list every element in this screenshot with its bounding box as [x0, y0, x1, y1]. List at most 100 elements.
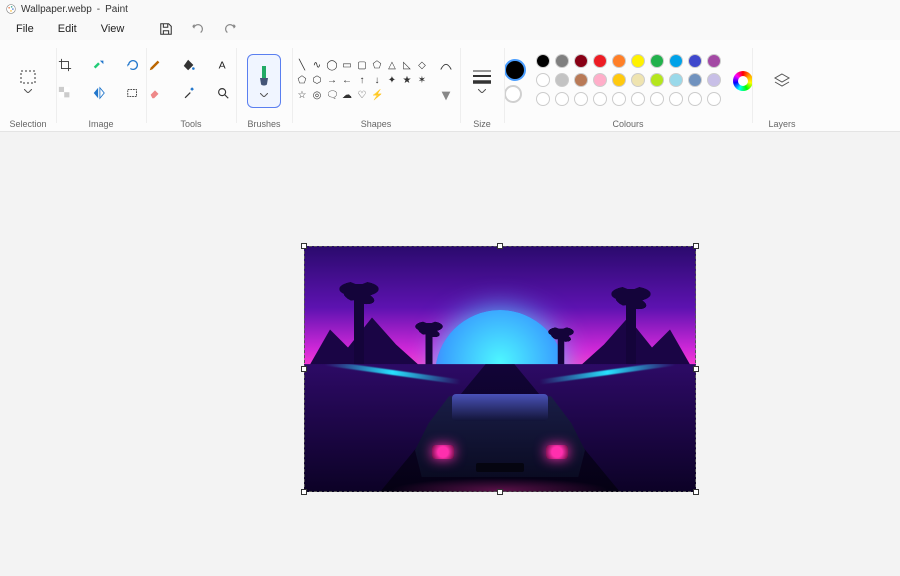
swatch-empty[interactable]	[593, 92, 607, 106]
swatch[interactable]	[612, 54, 626, 68]
resize-handle-n[interactable]	[497, 243, 503, 249]
resize-handle-ne[interactable]	[693, 243, 699, 249]
swatch-empty[interactable]	[612, 92, 626, 106]
menu-file[interactable]: File	[6, 20, 44, 38]
swatch-empty[interactable]	[574, 92, 588, 106]
swatch[interactable]	[669, 54, 683, 68]
shape-rtriangle-icon[interactable]: ◺	[401, 60, 413, 72]
swatch[interactable]	[593, 54, 607, 68]
undo-button[interactable]	[188, 19, 208, 39]
shape-rect-icon[interactable]: ▭	[341, 60, 353, 72]
layers-button[interactable]	[772, 71, 792, 91]
resize-handle-e[interactable]	[693, 366, 699, 372]
swatch-empty[interactable]	[536, 92, 550, 106]
shape-hexagon-icon[interactable]: ⬡	[311, 75, 323, 87]
swatch-empty[interactable]	[707, 92, 721, 106]
text-tool[interactable]: A	[213, 55, 233, 75]
shape-roundcall-icon[interactable]: ☆	[296, 90, 308, 102]
resize-handle-se[interactable]	[693, 489, 699, 495]
swatch[interactable]	[707, 73, 721, 87]
canvas-selection[interactable]	[304, 246, 696, 492]
shape-lightning-icon[interactable]: ⚡	[371, 90, 383, 102]
shape-6star-icon[interactable]: ✶	[416, 75, 428, 87]
shape-4star-icon[interactable]: ✦	[386, 75, 398, 87]
swatch[interactable]	[574, 73, 588, 87]
group-shapes: ╲ ∿ ◯ ▭ ▢ ⬠ △ ◺ ◇ ⬠ ⬡ → ← ↑ ↓ ✦ ★	[292, 40, 460, 131]
resize-handle-sw[interactable]	[301, 489, 307, 495]
flip-tool[interactable]	[89, 83, 109, 103]
shape-oval-icon[interactable]: ◯	[326, 60, 338, 72]
shape-polygon-icon[interactable]: ⬠	[371, 60, 383, 72]
swatch[interactable]	[631, 54, 645, 68]
shape-pentagon-icon[interactable]: ⬠	[296, 75, 308, 87]
swatch[interactable]	[669, 73, 683, 87]
group-layers: Layers	[752, 40, 812, 131]
canvas-image	[304, 246, 696, 492]
swatch[interactable]	[707, 54, 721, 68]
shape-arrowl-icon[interactable]: ←	[341, 75, 353, 87]
svg-text:A: A	[219, 59, 226, 71]
swatch[interactable]	[574, 54, 588, 68]
shape-fill-button[interactable]	[436, 86, 456, 106]
swatch-empty[interactable]	[688, 92, 702, 106]
shape-arrowd-icon[interactable]: ↓	[371, 75, 383, 87]
picker-tool[interactable]	[179, 83, 199, 103]
swatch[interactable]	[536, 73, 550, 87]
crop-tool[interactable]	[55, 55, 75, 75]
shape-5star-icon[interactable]: ★	[401, 75, 413, 87]
shape-diamond-icon[interactable]: ◇	[416, 60, 428, 72]
swatch[interactable]	[612, 73, 626, 87]
swatch[interactable]	[688, 73, 702, 87]
shape-line-icon[interactable]: ╲	[296, 60, 308, 72]
swatch-empty[interactable]	[650, 92, 664, 106]
fill-tool[interactable]	[179, 55, 199, 75]
swatch[interactable]	[650, 54, 664, 68]
group-brushes: Brushes	[236, 40, 292, 131]
menu-view[interactable]: View	[91, 20, 135, 38]
swatch[interactable]	[555, 73, 569, 87]
swatch[interactable]	[688, 54, 702, 68]
primary-colour[interactable]	[504, 59, 526, 81]
swatch[interactable]	[650, 73, 664, 87]
menu-edit[interactable]: Edit	[48, 20, 87, 38]
size-picker[interactable]	[471, 68, 493, 93]
redo-button[interactable]	[220, 19, 240, 39]
resize-handle-s[interactable]	[497, 489, 503, 495]
resize-handle-nw[interactable]	[301, 243, 307, 249]
swatch[interactable]	[593, 73, 607, 87]
swatch-empty[interactable]	[555, 92, 569, 106]
zoom-tool[interactable]	[213, 83, 233, 103]
shape-triangle-icon[interactable]: △	[386, 60, 398, 72]
eraser-tool[interactable]	[145, 83, 165, 103]
shape-ovalcall-icon[interactable]: ◎	[311, 90, 323, 102]
shapes-gallery[interactable]: ╲ ∿ ◯ ▭ ▢ ⬠ △ ◺ ◇ ⬠ ⬡ → ← ↑ ↓ ✦ ★	[296, 60, 428, 102]
shape-roundrect-icon[interactable]: ▢	[356, 60, 368, 72]
group-image: Image	[56, 40, 146, 131]
brush-tool[interactable]	[247, 54, 281, 108]
canvas-area[interactable]	[0, 132, 900, 576]
swatch[interactable]	[555, 54, 569, 68]
resize-handle-w[interactable]	[301, 366, 307, 372]
title-separator: -	[97, 4, 100, 15]
edit-colours-button[interactable]	[733, 71, 753, 91]
save-button[interactable]	[156, 19, 176, 39]
shape-callout-icon[interactable]: 🗨	[326, 90, 338, 102]
swatch-empty[interactable]	[631, 92, 645, 106]
select-tool[interactable]	[14, 61, 42, 101]
shape-curve-icon[interactable]: ∿	[311, 60, 323, 72]
swatch-empty[interactable]	[669, 92, 683, 106]
shape-arrowr-icon[interactable]: →	[326, 75, 338, 87]
rotate-tool[interactable]	[123, 55, 143, 75]
secondary-colour[interactable]	[504, 85, 522, 103]
transparent-select-tool[interactable]	[55, 83, 75, 103]
pencil-tool[interactable]	[145, 55, 165, 75]
group-colours: Colours	[504, 40, 752, 131]
skew-tool[interactable]	[123, 83, 143, 103]
shape-heart-icon[interactable]: ♡	[356, 90, 368, 102]
shape-cloud-icon[interactable]: ☁	[341, 90, 353, 102]
swatch[interactable]	[536, 54, 550, 68]
shape-outline-button[interactable]	[436, 56, 456, 76]
resize-tool[interactable]	[89, 55, 109, 75]
swatch[interactable]	[631, 73, 645, 87]
shape-arrowu-icon[interactable]: ↑	[356, 75, 368, 87]
